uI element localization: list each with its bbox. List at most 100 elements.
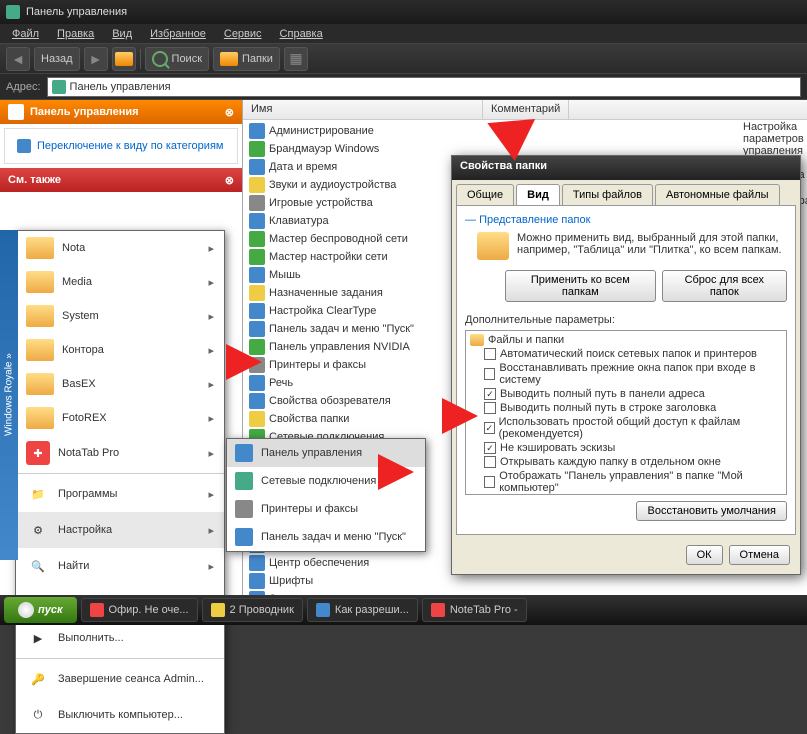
checkbox[interactable]: [484, 476, 495, 488]
item-label: Брандмауэр Windows: [269, 143, 379, 155]
task-icon: [90, 603, 104, 617]
tree-option[interactable]: Восстанавливать прежние окна папок при в…: [468, 361, 784, 387]
menu-help[interactable]: Справка: [272, 26, 331, 42]
taskbar-button[interactable]: Как разреши...: [307, 598, 418, 622]
folder-label: BasEX: [62, 378, 96, 390]
search-icon: [152, 51, 168, 67]
item-label: Свойства обозревателя: [269, 395, 391, 407]
menu-favorites[interactable]: Избранное: [142, 26, 214, 42]
tab-filetypes[interactable]: Типы файлов: [562, 184, 653, 205]
item-label: Речь: [269, 377, 293, 389]
start-shutdown[interactable]: ⏻Выключить компьютер...: [16, 697, 224, 733]
folder-icon: [26, 407, 54, 429]
start-folder[interactable]: System▸: [16, 299, 224, 333]
ok-button[interactable]: ОК: [686, 545, 723, 565]
folder-icon: [26, 373, 54, 395]
start-folder[interactable]: BasEX▸: [16, 367, 224, 401]
window-title: Панель управления: [26, 6, 127, 18]
taskbar-button[interactable]: 2 Проводник: [202, 598, 303, 622]
col-comment[interactable]: Комментарий: [483, 100, 569, 119]
start-logoff[interactable]: 🔑Завершение сеанса Admin...: [16, 661, 224, 697]
tab-view[interactable]: Вид: [516, 184, 560, 205]
start-button[interactable]: пуск: [4, 597, 77, 623]
see-also-header[interactable]: См. также ⊗: [0, 168, 242, 192]
option-label: Отображать "Панель управления" в папке "…: [499, 470, 782, 494]
taskbar-button[interactable]: Офир. Не оче...: [81, 598, 198, 622]
item-label: Мастер настройки сети: [269, 251, 388, 263]
section-description: Можно применить вид, выбранный для этой …: [517, 232, 787, 256]
item-label: Свойства папки: [269, 413, 349, 425]
forward-button[interactable]: ►: [84, 47, 108, 71]
item-label: Администрирование: [269, 125, 374, 137]
folder-icon: [26, 305, 54, 327]
start-folder[interactable]: Контора▸: [16, 333, 224, 367]
tree-option[interactable]: Отображать "Панель управления" в папке "…: [468, 469, 784, 495]
reset-all-button[interactable]: Сброс для всех папок: [662, 270, 787, 302]
back-label[interactable]: Назад: [34, 47, 80, 71]
folder-label: FotoREX: [62, 412, 107, 424]
up-button[interactable]: [112, 47, 136, 71]
task-label: Как разреши...: [335, 604, 409, 616]
checkbox[interactable]: ✓: [484, 388, 496, 400]
menu-tools[interactable]: Сервис: [216, 26, 270, 42]
checkbox[interactable]: [484, 402, 496, 414]
item-icon: [249, 249, 265, 265]
tree-option[interactable]: Автоматический поиск сетевых папок и при…: [468, 347, 784, 361]
item-icon: [249, 573, 265, 589]
taskbar-button[interactable]: NoteTab Pro -: [422, 598, 527, 622]
address-icon: [52, 80, 66, 94]
search-button[interactable]: Поиск: [145, 47, 209, 71]
tree-option[interactable]: ✓Использовать простой общий доступ к фай…: [468, 415, 784, 441]
tree-option[interactable]: Открывать каждую папку в отдельном окне: [468, 455, 784, 469]
start-folder[interactable]: Media▸: [16, 265, 224, 299]
tab-offline[interactable]: Автономные файлы: [655, 184, 780, 205]
tree-option[interactable]: ✓Не кэшировать эскизы: [468, 441, 784, 455]
item-label: Звуки и аудиоустройства: [269, 179, 396, 191]
start-folder[interactable]: ✚NotaTab Pro▸: [16, 435, 224, 471]
tree-option[interactable]: Выводить полный путь в строке заголовка: [468, 401, 784, 415]
item-icon: [249, 213, 265, 229]
folders-button[interactable]: Папки: [213, 47, 280, 71]
start-run[interactable]: ▶Выполнить...: [16, 620, 224, 656]
checkbox[interactable]: ✓: [484, 442, 496, 454]
folder-label: Nota: [62, 242, 85, 254]
address-input[interactable]: Панель управления: [47, 77, 801, 97]
logoff-icon: 🔑: [26, 667, 50, 691]
checkbox[interactable]: [484, 348, 496, 360]
start-folder[interactable]: FotoREX▸: [16, 401, 224, 435]
menu-file[interactable]: Файл: [4, 26, 47, 42]
folder-icon: [470, 334, 484, 346]
menu-view[interactable]: Вид: [104, 26, 140, 42]
submenu-taskbar[interactable]: Панель задач и меню "Пуск": [227, 523, 425, 551]
cancel-button[interactable]: Отмена: [729, 545, 790, 565]
menu-edit[interactable]: Правка: [49, 26, 102, 42]
start-search[interactable]: 🔍Найти▸: [16, 548, 224, 584]
apply-all-button[interactable]: Применить ко всем папкам: [505, 270, 656, 302]
start-folder[interactable]: Nota▸: [16, 231, 224, 265]
switch-view-link[interactable]: Переключение к виду по категориям: [17, 139, 225, 153]
advanced-tree[interactable]: Файлы и папки Автоматический поиск сетев…: [465, 330, 787, 495]
checkbox[interactable]: [484, 456, 496, 468]
task-label: NoteTab Pro -: [450, 604, 518, 616]
start-settings[interactable]: ⚙Настройка▸: [16, 512, 224, 548]
restore-defaults-button[interactable]: Восстановить умолчания: [636, 501, 787, 521]
tree-root[interactable]: Файлы и папки: [468, 333, 784, 347]
col-name[interactable]: Имя: [243, 100, 483, 119]
item-label: Центр обеспечения: [269, 557, 369, 569]
network-icon: [235, 472, 253, 490]
folder-icon: [220, 52, 238, 66]
side-panel-header[interactable]: Панель управления ⊗: [0, 100, 242, 124]
item-label: Игровые устройства: [269, 197, 373, 209]
back-button[interactable]: ◄: [6, 47, 30, 71]
item-label: Мышь: [269, 269, 301, 281]
views-button[interactable]: ▦: [284, 47, 308, 71]
folder-label: Media: [62, 276, 92, 288]
tree-option[interactable]: ✓Выводить полный путь в панели адреса: [468, 387, 784, 401]
checkbox[interactable]: ✓: [484, 422, 495, 434]
item-icon: [249, 195, 265, 211]
tab-general[interactable]: Общие: [456, 184, 514, 205]
start-programs[interactable]: 📁Программы▸: [16, 476, 224, 512]
submenu-printers[interactable]: Принтеры и факсы: [227, 495, 425, 523]
checkbox[interactable]: [484, 368, 495, 380]
folder-label: Контора: [62, 344, 104, 356]
